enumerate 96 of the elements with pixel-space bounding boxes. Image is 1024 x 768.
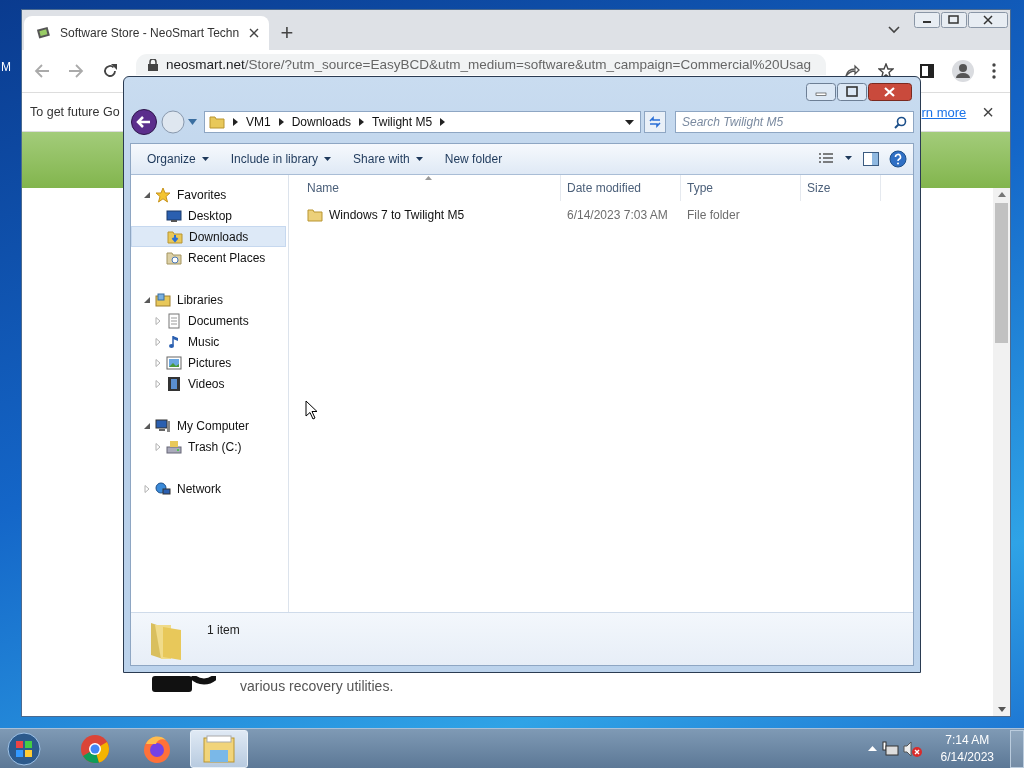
scroll-down-icon[interactable] — [997, 707, 1006, 712]
monitor-icon — [166, 207, 182, 224]
nav-item[interactable]: Favorites — [131, 184, 288, 205]
film-icon — [166, 375, 182, 392]
nav-item[interactable]: Music — [131, 331, 288, 352]
view-options-icon[interactable] — [819, 153, 853, 165]
star-icon[interactable] — [878, 63, 894, 79]
menu-icon[interactable] — [992, 63, 996, 79]
back-button-icon[interactable] — [130, 108, 158, 136]
nav-item[interactable]: Desktop — [131, 205, 288, 226]
close-button[interactable]: × — [982, 100, 994, 124]
logo-icon — [152, 676, 216, 694]
computer-icon — [155, 417, 171, 434]
nav-item[interactable]: Network — [131, 478, 288, 499]
search-field[interactable]: Search Twilight M5 — [675, 111, 914, 133]
scrollbar[interactable] — [993, 188, 1010, 716]
browser-icon — [80, 733, 110, 764]
file-name[interactable]: Windows 7 to Twilight M5 — [329, 208, 465, 222]
caret-icon — [324, 157, 332, 161]
chevron-right-icon[interactable] — [233, 118, 238, 126]
show-hidden-icons-icon[interactable] — [867, 746, 877, 751]
network-icon[interactable] — [880, 739, 899, 758]
chevron-right-icon[interactable] — [440, 118, 446, 126]
maximize-icon[interactable] — [837, 83, 867, 101]
scroll-thumb[interactable] — [995, 203, 1008, 343]
command-button[interactable]: Organize — [141, 148, 215, 170]
nav-item[interactable]: Recent Places — [131, 247, 288, 268]
preview-pane-icon[interactable] — [863, 152, 879, 166]
nav-item[interactable]: Documents — [131, 310, 288, 331]
network-icon — [155, 480, 171, 497]
drive-icon — [166, 438, 182, 455]
refresh-button[interactable] — [644, 111, 666, 133]
nav-item[interactable]: Libraries — [131, 289, 288, 310]
caret-icon — [415, 157, 423, 161]
maximize-icon[interactable] — [941, 12, 967, 28]
column-header[interactable]: Type — [681, 175, 801, 201]
document-icon — [166, 312, 182, 329]
breadcrumb-bar[interactable]: VM1 Downloads Twilight M5 — [204, 111, 641, 133]
expanded-arrow-icon[interactable] — [143, 421, 151, 430]
folder-icon — [167, 228, 183, 245]
expanded-arrow-icon[interactable] — [143, 190, 151, 199]
search-icon[interactable] — [894, 116, 907, 129]
close-icon[interactable] — [968, 12, 1008, 28]
folders-icon — [202, 733, 236, 764]
desktop-icon-label[interactable]: M — [1, 60, 11, 74]
share-icon[interactable] — [844, 63, 860, 79]
help-icon[interactable] — [889, 150, 907, 168]
lock-icon — [148, 58, 158, 71]
taskbar-button[interactable] — [190, 729, 248, 768]
nav-item[interactable]: Videos — [131, 373, 288, 394]
column-header[interactable]: Date modified — [561, 175, 681, 201]
profile-icon[interactable] — [952, 60, 974, 82]
muted-speaker-icon[interactable] — [902, 739, 923, 758]
library-icon — [155, 291, 171, 308]
date-cell-text: 6/14/2023 7:03 AM — [566, 208, 669, 222]
caret-icon — [201, 157, 209, 161]
expanded-arrow-icon[interactable] — [143, 295, 151, 304]
nav-item[interactable]: Trash (C:) — [131, 436, 288, 457]
star-icon — [155, 186, 171, 203]
folder-icon — [209, 114, 225, 130]
command-button[interactable]: Include in library — [224, 148, 338, 170]
breadcrumb[interactable]: Twilight M5 — [372, 115, 433, 129]
side-panel-icon[interactable] — [920, 64, 934, 78]
nav-item[interactable]: Pictures — [131, 352, 288, 373]
clock-date[interactable]: 6/14/2023 — [940, 750, 994, 764]
folder-icon — [307, 207, 323, 223]
column-header[interactable]: Name — [289, 175, 561, 201]
chevron-down-icon[interactable] — [888, 26, 900, 34]
cursor-icon — [305, 400, 318, 420]
nav-item[interactable]: Downloads — [131, 226, 286, 247]
scroll-up-icon[interactable] — [997, 192, 1006, 197]
command-button[interactable]: New folder — [438, 148, 509, 170]
browser-tab[interactable]: Software Store - NeoSmart Techn — [24, 16, 269, 50]
infobar-text: To get future Go — [30, 105, 120, 119]
picture-icon — [166, 354, 182, 371]
item-count: 1 item — [207, 623, 240, 637]
dropdown-arrow-icon[interactable] — [625, 119, 634, 125]
minimize-icon[interactable] — [914, 12, 940, 28]
close-icon[interactable] — [868, 83, 912, 101]
command-button[interactable]: Share with — [347, 148, 429, 170]
nav-item[interactable]: My Computer — [131, 415, 288, 436]
reload-icon[interactable] — [102, 63, 118, 79]
type-cell-text: File folder — [686, 208, 741, 222]
breadcrumb[interactable]: VM1 — [246, 115, 271, 129]
address-bar[interactable]: neosmart.net/Store/?utm_source=EasyBCD&utm_medium=software&utm_campaign=Commercial%20Usag — [136, 54, 826, 75]
column-header[interactable]: Size — [801, 175, 881, 201]
new-tab-button[interactable]: + — [273, 16, 301, 50]
chevron-right-icon[interactable] — [359, 118, 365, 126]
breadcrumb[interactable]: Downloads — [291, 115, 352, 129]
start-button[interactable] — [6, 730, 42, 767]
folder-icon — [166, 249, 182, 266]
close-icon[interactable] — [249, 28, 259, 38]
page-text: various recovery utilities. — [240, 678, 394, 694]
learn-more-link[interactable]: rn more — [921, 104, 967, 120]
refresh-icon — [648, 115, 662, 129]
chevron-right-icon[interactable] — [278, 118, 284, 126]
